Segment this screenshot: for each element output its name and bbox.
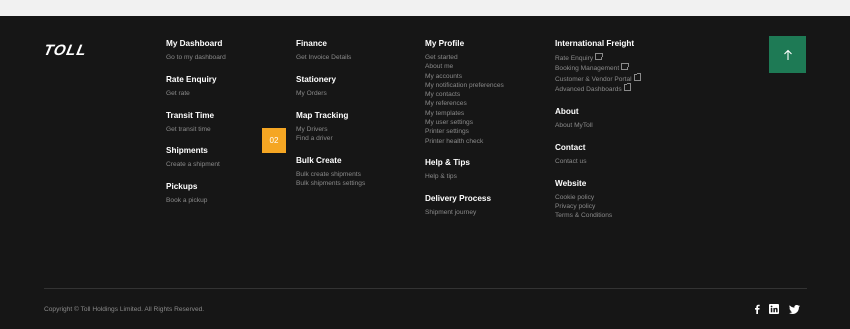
group-international-freight: International Freight Rate Enquiry Booki… xyxy=(555,38,642,94)
group-title: Delivery Process xyxy=(425,194,491,204)
external-link-icon xyxy=(623,83,632,91)
site-footer: TOLL My Dashboard Go to my dashboard Rat… xyxy=(0,16,850,329)
link-about-mytoll[interactable]: About MyToll xyxy=(555,121,641,130)
link-shipment-journey[interactable]: Shipment journey xyxy=(425,208,504,217)
twitter-link[interactable] xyxy=(788,303,800,315)
group-about: About About MyToll xyxy=(555,106,641,130)
link-terms-conditions[interactable]: Terms & Conditions xyxy=(555,211,641,220)
link-booking-management[interactable]: Booking Management xyxy=(555,62,641,73)
group-title: Help & Tips xyxy=(425,158,470,168)
link-label: Customer & Vendor Portal xyxy=(555,75,632,83)
group-title: Rate Enquiry xyxy=(166,74,217,84)
link-my-user-settings[interactable]: My user settings xyxy=(425,118,504,127)
link-my-drivers[interactable]: My Drivers xyxy=(296,125,365,134)
link-bulk-create-shipments[interactable]: Bulk create shipments xyxy=(296,170,365,179)
link-help-tips[interactable]: Help & tips xyxy=(425,172,504,181)
group-my-dashboard: My Dashboard Go to my dashboard xyxy=(166,38,226,62)
external-link-icon xyxy=(633,73,642,81)
group-title: Website xyxy=(555,178,587,188)
group-title: My Dashboard xyxy=(166,39,223,48)
link-my-contacts[interactable]: My contacts xyxy=(425,90,504,99)
group-title: Finance xyxy=(296,39,327,48)
group-title: About xyxy=(555,107,579,117)
copyright-text: Copyright © Toll Holdings Limited. All R… xyxy=(44,306,205,313)
linkedin-link[interactable] xyxy=(768,303,780,315)
external-link-icon xyxy=(621,62,629,71)
footer-column-3: My Profile Get started About me My accou… xyxy=(425,38,504,218)
group-website: Website Cookie policy Privacy policy Ter… xyxy=(555,178,641,221)
group-pickups: Pickups Book a pickup xyxy=(166,181,226,205)
group-delivery-process: Delivery Process Shipment journey xyxy=(425,193,504,217)
link-find-a-driver[interactable]: Find a driver xyxy=(296,134,365,143)
group-shipments: Shipments Create a shipment xyxy=(166,145,226,169)
toll-logo[interactable]: TOLL xyxy=(42,42,89,59)
link-bulk-shipments-settings[interactable]: Bulk shipments settings xyxy=(296,179,365,188)
link-cookie-policy[interactable]: Cookie policy xyxy=(555,193,641,202)
group-title: International Freight xyxy=(555,39,635,48)
link-privacy-policy[interactable]: Privacy policy xyxy=(555,202,641,211)
link-intl-rate-enquiry[interactable]: Rate Enquiry xyxy=(555,52,641,63)
link-label: Advanced Dashboards xyxy=(555,85,622,93)
link-get-rate[interactable]: Get rate xyxy=(166,89,226,98)
linkedin-icon xyxy=(769,304,779,314)
link-contact-us[interactable]: Contact us xyxy=(555,157,641,166)
group-title: Bulk Create xyxy=(296,155,342,165)
link-my-templates[interactable]: My templates xyxy=(425,109,504,118)
group-title: My Profile xyxy=(425,39,465,48)
group-title: Contact xyxy=(555,142,586,152)
facebook-icon xyxy=(755,304,760,314)
back-to-top-button[interactable] xyxy=(769,36,806,73)
group-bulk-create: Bulk Create Bulk create shipments Bulk s… xyxy=(296,155,365,189)
footer-column-1: My Dashboard Go to my dashboard Rate Enq… xyxy=(166,38,226,205)
link-my-notification-preferences[interactable]: My notification preferences xyxy=(425,81,504,90)
footer-column-4: International Freight Rate Enquiry Booki… xyxy=(555,38,642,221)
group-help-tips: Help & Tips Help & tips xyxy=(425,157,504,181)
group-rate-enquiry: Rate Enquiry Get rate xyxy=(166,74,226,98)
group-my-profile: My Profile Get started About me My accou… xyxy=(425,38,504,146)
group-stationery: Stationery My Orders xyxy=(296,74,365,98)
link-label: Rate Enquiry xyxy=(555,55,594,62)
group-finance: Finance Get Invoice Details xyxy=(296,38,365,62)
group-title: Map Tracking xyxy=(296,110,349,120)
link-printer-settings[interactable]: Printer settings xyxy=(425,127,504,136)
group-title: Stationery xyxy=(296,74,337,84)
group-title: Pickups xyxy=(166,182,198,192)
link-printer-health-check[interactable]: Printer health check xyxy=(425,137,504,146)
link-my-accounts[interactable]: My accounts xyxy=(425,72,504,81)
group-title: Shipments xyxy=(166,146,208,156)
link-my-orders[interactable]: My Orders xyxy=(296,89,365,98)
arrow-up-icon xyxy=(783,49,792,60)
link-get-started[interactable]: Get started xyxy=(425,53,504,62)
link-about-me[interactable]: About me xyxy=(425,62,504,71)
link-go-to-my-dashboard[interactable]: Go to my dashboard xyxy=(166,53,226,62)
link-advanced-dashboards[interactable]: Advanced Dashboards xyxy=(555,83,641,94)
external-link-icon xyxy=(595,52,603,60)
group-map-tracking: Map Tracking My Drivers Find a driver xyxy=(296,110,365,144)
twitter-icon xyxy=(788,304,800,314)
footer-column-2: Finance Get Invoice Details Stationery M… xyxy=(296,38,365,188)
link-create-a-shipment[interactable]: Create a shipment xyxy=(166,160,226,169)
group-contact: Contact Contact us xyxy=(555,142,641,166)
link-label: Booking Management xyxy=(555,65,620,73)
group-transit-time: Transit Time Get transit time xyxy=(166,110,226,134)
link-book-a-pickup[interactable]: Book a pickup xyxy=(166,196,226,205)
facebook-link[interactable] xyxy=(752,303,762,315)
step-badge: 02 xyxy=(262,128,286,153)
link-my-references[interactable]: My references xyxy=(425,99,504,108)
group-title: Transit Time xyxy=(166,110,215,120)
link-get-transit-time[interactable]: Get transit time xyxy=(166,125,226,134)
link-get-invoice-details[interactable]: Get Invoice Details xyxy=(296,53,365,62)
footer-divider xyxy=(44,288,807,289)
link-customer-vendor-portal[interactable]: Customer & Vendor Portal xyxy=(555,73,642,84)
